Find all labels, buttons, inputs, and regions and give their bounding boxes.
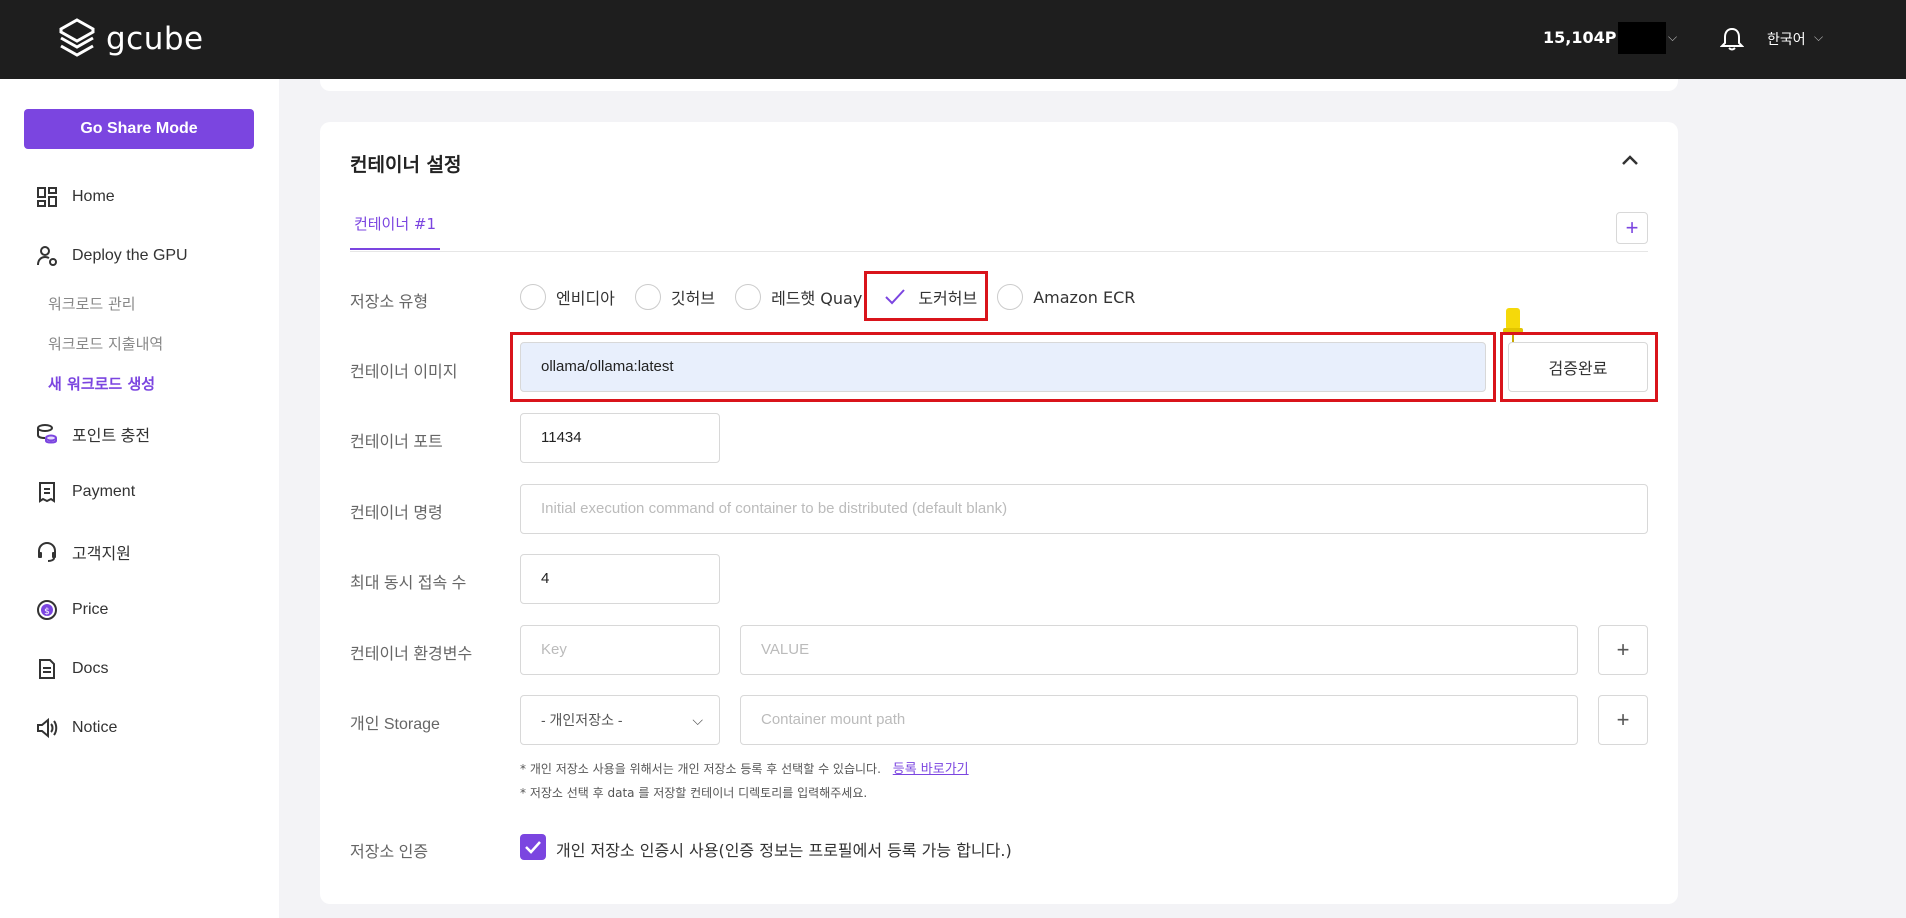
dollar-circle-icon: $ <box>37 600 57 620</box>
container-settings-card: 컨테이너 설정 컨테이너 #1 + 저장소 유형 엔비디아 깃허브 레드햇 Qu… <box>320 122 1678 904</box>
coins-icon <box>37 424 57 444</box>
go-share-mode-button[interactable]: Go Share Mode <box>24 109 254 149</box>
sidebar-item-label: 포인트 충전 <box>72 428 151 445</box>
sidebar-item-point-charge[interactable]: 포인트 충전 <box>36 422 150 446</box>
env-value-input[interactable]: VALUE <box>740 625 1578 675</box>
chevron-down-icon[interactable]: ⌵ <box>1668 30 1677 45</box>
tab-container-1[interactable]: 컨테이너 #1 <box>350 210 440 250</box>
radio-label: 레드햇 Quay <box>771 289 863 308</box>
cube-logo-icon <box>59 18 95 57</box>
sidebar-item-docs[interactable]: Docs <box>36 658 108 680</box>
personal-storage-select[interactable]: - 개인저장소 - ⌵ <box>520 695 720 745</box>
sidebar-item-notice[interactable]: Notice <box>36 717 117 739</box>
radio-amazon-ecr[interactable]: Amazon ECR <box>997 284 1135 310</box>
radio-github[interactable]: 깃허브 <box>634 284 716 310</box>
user-gear-icon <box>37 246 57 266</box>
bell-icon[interactable] <box>1720 26 1744 52</box>
radio-circle[interactable] <box>634 284 661 310</box>
storage-note-1-text: * 개인 저장소 사용을 위해서는 개인 저장소 등록 후 선택할 수 있습니다… <box>520 762 881 776</box>
sidebar-subitem-new-workload[interactable]: 새 워크로드 생성 <box>48 373 155 394</box>
max-connections-input[interactable]: 4 <box>520 554 720 604</box>
sidebar-subitem-workload-spending[interactable]: 워크로드 지출내역 <box>48 333 163 354</box>
previous-card <box>320 79 1678 91</box>
radio-circle[interactable] <box>520 284 546 310</box>
storage-auth-label: 저장소 인증 <box>350 844 429 861</box>
sidebar-item-support[interactable]: 고객지원 <box>36 540 131 564</box>
radio-nvidia[interactable]: 엔비디아 <box>520 284 615 310</box>
max-connections-label: 최대 동시 접속 수 <box>350 575 467 592</box>
dashboard-icon <box>37 187 57 207</box>
container-port-label: 컨테이너 포트 <box>350 434 443 451</box>
sidebar-item-payment[interactable]: Payment <box>36 481 135 503</box>
container-image-label: 컨테이너 이미지 <box>350 364 458 381</box>
radio-redhat-quay[interactable]: 레드햇 Quay <box>735 284 862 310</box>
sidebar-item-label: Notice <box>72 719 118 736</box>
storage-auth-checkbox-label: 개인 저장소 인증시 사용(인증 정보는 프로필에서 등록 가능 합니다.) <box>556 841 1012 860</box>
personal-storage-label: 개인 Storage <box>350 716 440 733</box>
chevron-down-icon[interactable]: ⌵ <box>692 696 703 744</box>
add-storage-button[interactable]: + <box>1598 695 1648 745</box>
env-key-input[interactable]: Key <box>520 625 720 675</box>
storage-type-label: 저장소 유형 <box>350 294 429 311</box>
container-command-label: 컨테이너 명령 <box>350 505 443 522</box>
user-menu[interactable] <box>1618 22 1666 54</box>
sidebar-item-label: 고객지원 <box>72 546 131 563</box>
headset-icon <box>38 541 56 562</box>
checkmark-icon <box>525 841 541 854</box>
sidebar-item-home[interactable]: Home <box>36 186 115 208</box>
storage-note-1: * 개인 저장소 사용을 위해서는 개인 저장소 등록 후 선택할 수 있습니다… <box>520 758 969 777</box>
sidebar-item-label: Docs <box>72 660 109 677</box>
logo-text: gcube <box>106 21 204 57</box>
sidebar-item-label: Deploy the GPU <box>72 247 188 264</box>
language-selector[interactable]: 한국어 <box>1767 29 1806 49</box>
radio-circle[interactable] <box>997 284 1024 310</box>
sidebar-item-price[interactable]: $ Price <box>36 599 108 621</box>
storage-note-2: * 저장소 선택 후 data 를 저장할 컨테이너 디렉토리를 입력해주세요. <box>520 786 868 800</box>
chevron-down-icon[interactable]: ⌵ <box>1814 30 1823 45</box>
dockerhub-highlight <box>864 271 988 321</box>
sidebar-item-label: Home <box>72 188 115 205</box>
card-title: 컨테이너 설정 <box>350 154 462 176</box>
points-balance: 15,104P <box>1543 28 1617 47</box>
container-command-input[interactable]: Initial execution command of container t… <box>520 484 1648 534</box>
receipt-icon <box>39 482 55 503</box>
chevron-up-icon[interactable] <box>1620 150 1640 170</box>
env-vars-label: 컨테이너 환경변수 <box>350 646 473 663</box>
radio-label: 엔비디아 <box>556 289 615 308</box>
radio-label: Amazon ECR <box>1033 287 1136 307</box>
sidebar-item-deploy-gpu[interactable]: Deploy the GPU <box>36 245 188 267</box>
container-port-input[interactable]: 11434 <box>520 413 720 463</box>
container-mount-path-input[interactable]: Container mount path <box>740 695 1578 745</box>
add-env-button[interactable]: + <box>1598 625 1648 675</box>
sidebar-item-label: Payment <box>72 483 136 500</box>
storage-auth-checkbox[interactable] <box>520 834 546 860</box>
top-bar: gcube 15,104P ⌵ 한국어 ⌵ <box>0 0 1906 79</box>
radio-circle[interactable] <box>735 284 762 310</box>
sidebar-item-label: Price <box>72 601 109 618</box>
register-link[interactable]: 등록 바로가기 <box>893 762 969 777</box>
personal-storage-select-value: - 개인저장소 - <box>541 712 623 728</box>
storage-type-radio-group: 엔비디아 깃허브 레드햇 Quay 도커허브 Amazon ECR <box>520 284 1155 310</box>
svg-text:$: $ <box>44 607 50 617</box>
verify-button[interactable]: 검증완료 <box>1508 342 1648 392</box>
container-image-input[interactable]: ollama/ollama:latest <box>520 342 1486 392</box>
tab-divider <box>350 251 1648 252</box>
sidebar: Go Share Mode Home Deploy the GPU 워크로드 관… <box>0 79 279 918</box>
logo[interactable]: gcube <box>58 18 204 60</box>
speaker-icon <box>37 717 58 739</box>
add-container-button[interactable]: + <box>1616 212 1648 244</box>
radio-label: 깃허브 <box>670 289 716 308</box>
document-icon <box>39 659 55 679</box>
sidebar-subitem-workload-manage[interactable]: 워크로드 관리 <box>48 293 136 314</box>
